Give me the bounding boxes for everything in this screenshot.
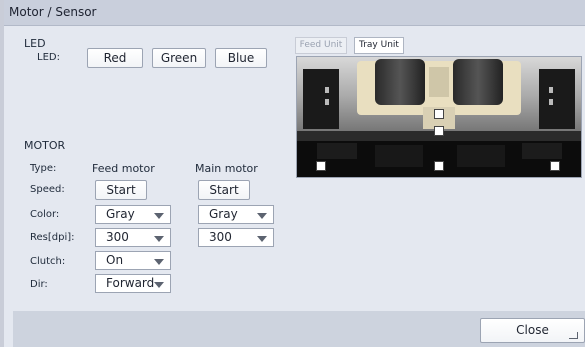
main-res-value: 300 <box>209 230 232 244</box>
led-section-label: LED <box>24 37 46 50</box>
sensor-marker[interactable] <box>316 161 326 171</box>
main-motor-header: Main motor <box>195 162 258 175</box>
led-row-label: LED: <box>37 52 60 63</box>
chevron-down-icon <box>154 236 164 242</box>
main-color-select[interactable]: Gray <box>198 205 274 224</box>
motor-sensor-window: Motor / Sensor LED LED: Red Green Blue M… <box>0 0 585 347</box>
feed-motor-start-button[interactable]: Start <box>95 180 147 200</box>
tray-unit-image <box>296 56 582 178</box>
chevron-down-icon <box>257 236 267 242</box>
led-red-button[interactable]: Red <box>87 48 143 68</box>
chevron-down-icon <box>154 282 164 288</box>
led-blue-button[interactable]: Blue <box>215 48 267 68</box>
chevron-down-icon <box>154 213 164 219</box>
dir-label: Dir: <box>30 279 48 290</box>
color-label: Color: <box>30 209 60 220</box>
close-button[interactable]: Close <box>480 318 585 343</box>
feed-color-select[interactable]: Gray <box>95 205 171 224</box>
tab-feed-unit[interactable]: Feed Unit <box>295 37 347 54</box>
sensor-marker[interactable] <box>434 126 444 136</box>
window-title: Motor / Sensor <box>9 5 97 19</box>
feed-motor-header: Feed motor <box>92 162 155 175</box>
main-res-select[interactable]: 300 <box>198 228 274 247</box>
feed-dir-value: Forward <box>106 276 155 290</box>
main-motor-start-button[interactable]: Start <box>198 180 250 200</box>
res-label: Res[dpi]: <box>30 232 75 243</box>
chevron-down-icon <box>154 259 164 265</box>
close-button-label: Close <box>516 323 549 337</box>
speed-label: Speed: <box>30 184 65 195</box>
title-bar: Motor / Sensor <box>4 0 585 26</box>
led-green-button[interactable]: Green <box>152 48 206 68</box>
enter-key-icon <box>569 332 578 339</box>
feed-dir-select[interactable]: Forward <box>95 274 171 293</box>
feed-color-value: Gray <box>106 207 135 221</box>
sensor-marker[interactable] <box>550 161 560 171</box>
clutch-label: Clutch: <box>30 256 66 267</box>
feed-res-value: 300 <box>106 230 129 244</box>
feed-clutch-value: On <box>106 253 124 267</box>
type-label: Type: <box>30 163 57 174</box>
chevron-down-icon <box>257 213 267 219</box>
sensor-marker[interactable] <box>434 161 444 171</box>
feed-res-select[interactable]: 300 <box>95 228 171 247</box>
feed-clutch-select[interactable]: On <box>95 251 171 270</box>
main-color-value: Gray <box>209 207 238 221</box>
tab-tray-unit[interactable]: Tray Unit <box>354 37 404 54</box>
sensor-marker[interactable] <box>434 109 444 119</box>
motor-section-label: MOTOR <box>24 139 66 152</box>
